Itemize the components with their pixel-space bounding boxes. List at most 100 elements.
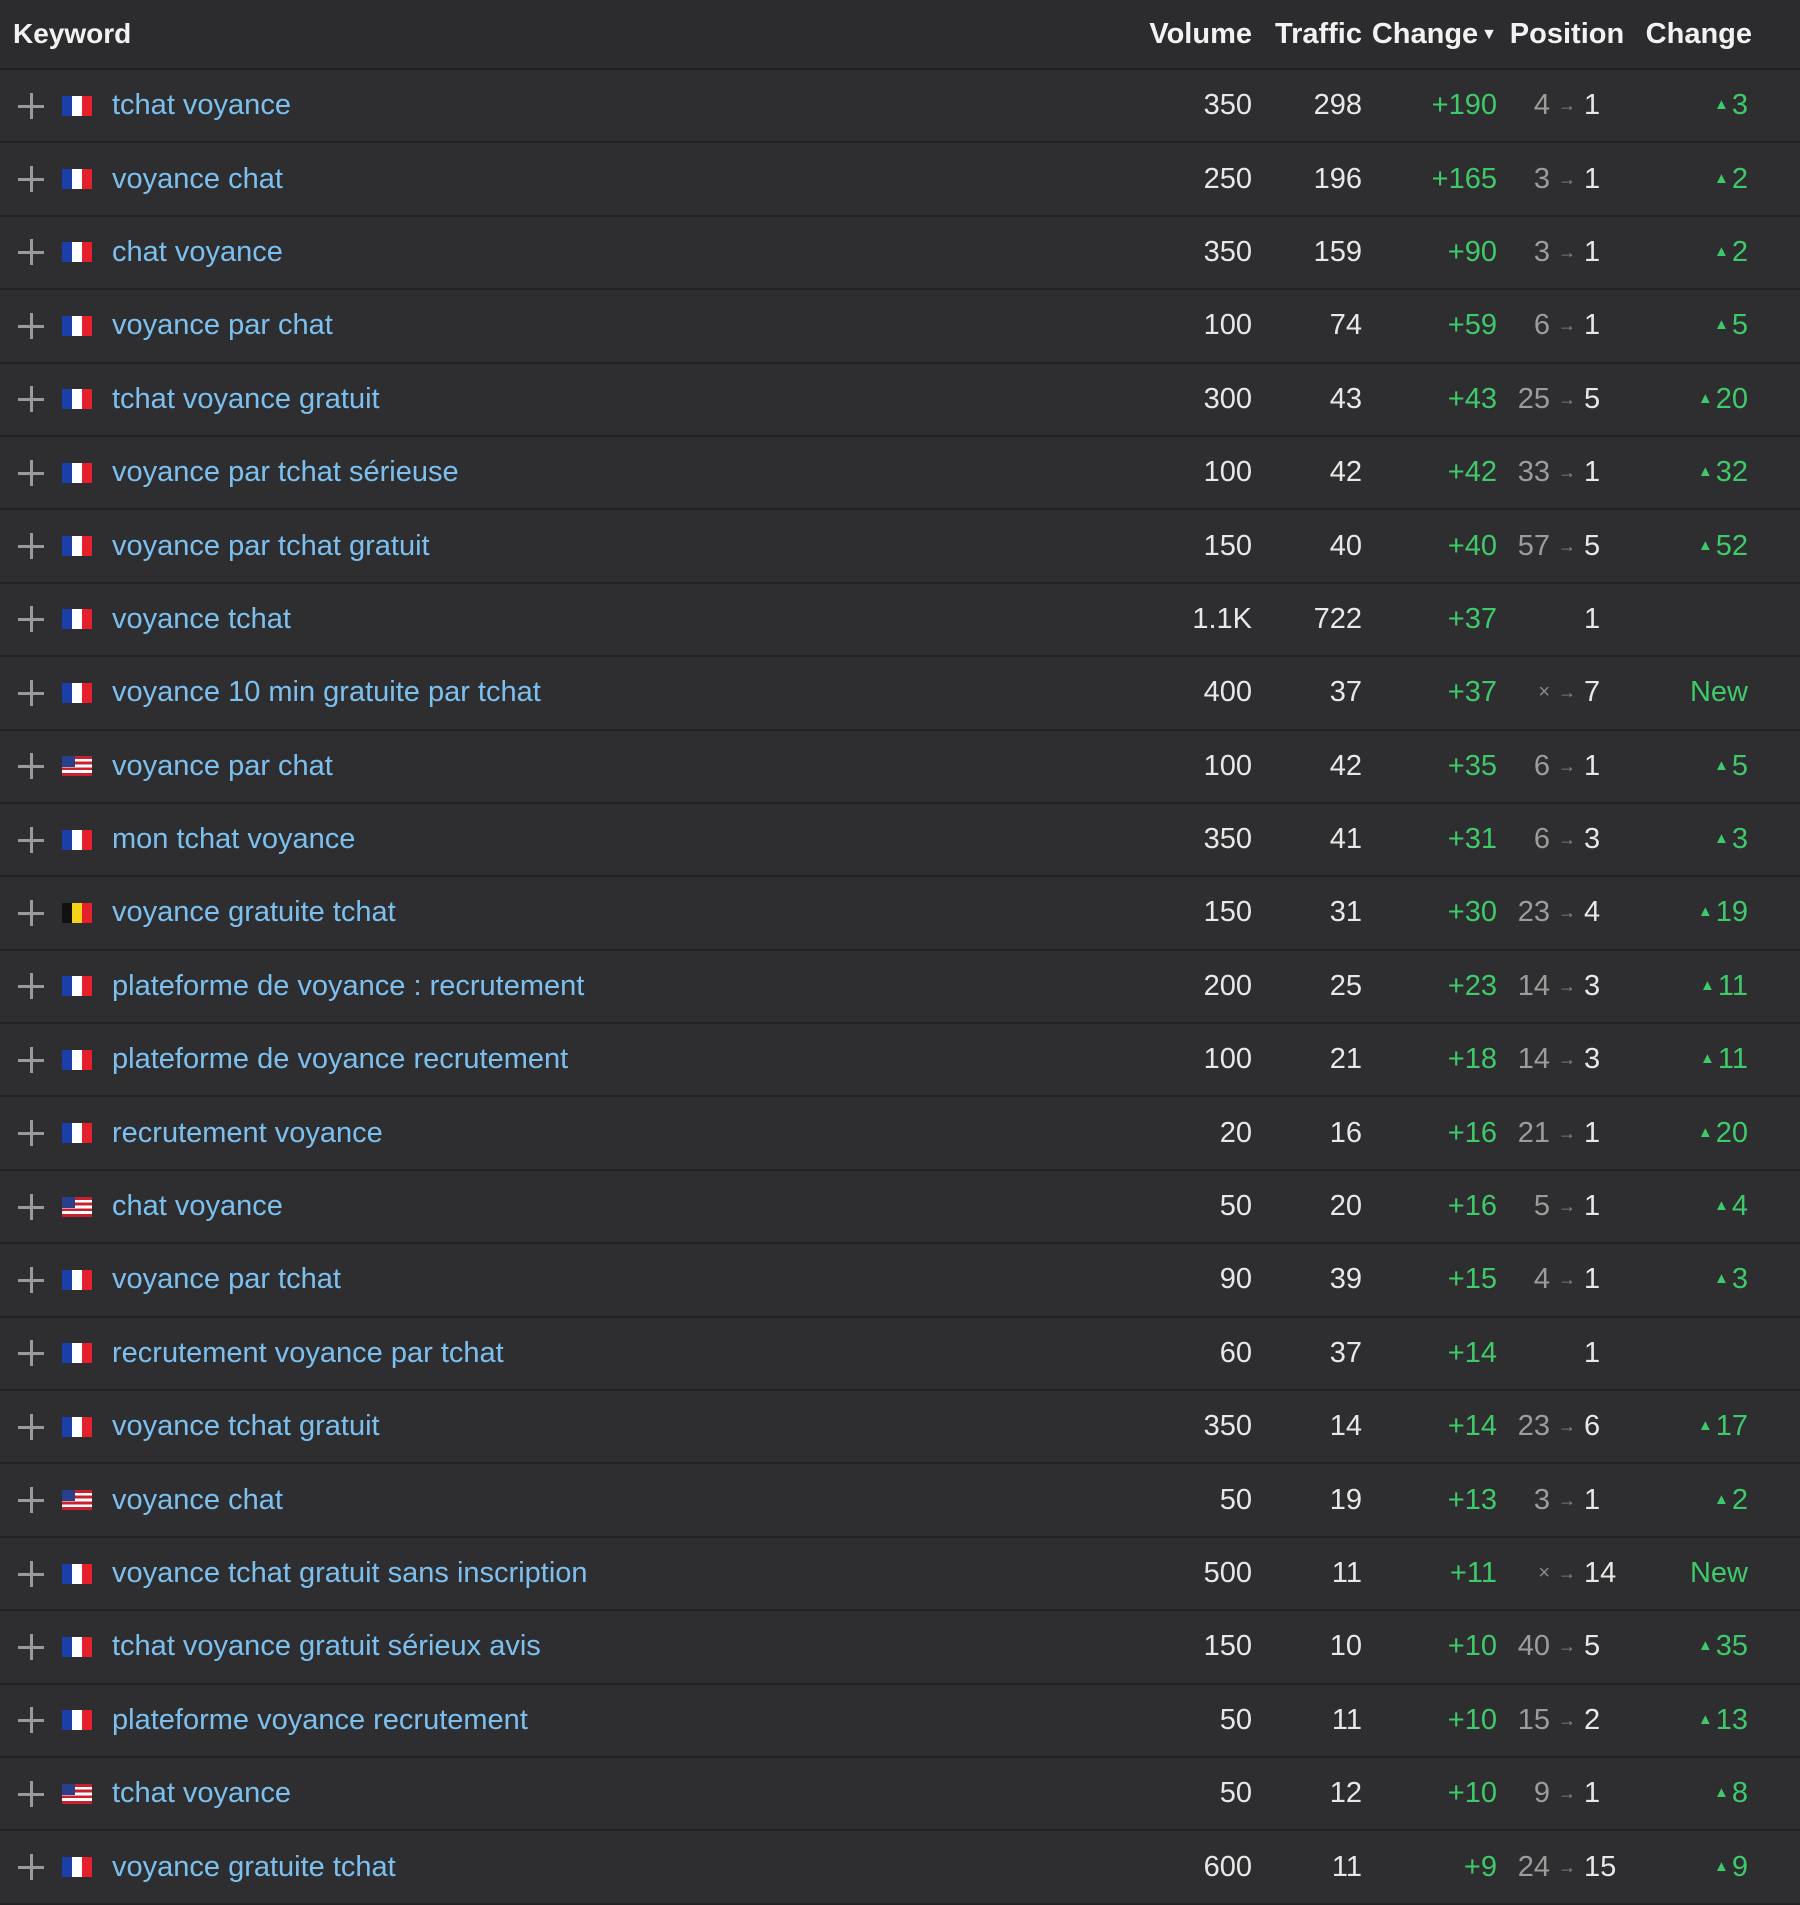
keyword-link[interactable]: voyance gratuite tchat (112, 1851, 1142, 1884)
add-keyword-button[interactable] (0, 1707, 62, 1734)
add-keyword-button[interactable] (0, 1193, 62, 1220)
arrow-right-icon: → (1558, 1122, 1576, 1143)
add-keyword-button[interactable] (0, 1560, 62, 1587)
add-keyword-button[interactable] (0, 92, 62, 119)
add-keyword-button[interactable] (0, 826, 62, 853)
plus-icon (18, 1707, 44, 1734)
traffic-change-value: +14 (1447, 1336, 1497, 1369)
france-flag-icon (62, 1416, 92, 1437)
table-row: plateforme de voyance recrutement 100 21 +1… (0, 1024, 1800, 1098)
column-header-position-change[interactable]: Change (1637, 18, 1785, 51)
add-keyword-button[interactable] (0, 239, 62, 266)
position-change-text: 11 (1717, 1043, 1748, 1076)
column-header-change[interactable]: Change ▼ (1362, 18, 1497, 51)
position-change-text: 3 (1731, 823, 1748, 856)
position-change-value: ▲ 4 (1637, 1190, 1785, 1223)
keyword-link[interactable]: tchat voyance (112, 1777, 1142, 1810)
sort-caret-down-icon: ▼ (1481, 25, 1497, 43)
keyword-link[interactable]: mon tchat voyance (112, 823, 1142, 856)
column-header-change-label: Change (1371, 17, 1479, 50)
add-keyword-button[interactable] (0, 1266, 62, 1293)
position-change-value: ▲ 2 (1637, 163, 1785, 196)
keyword-link[interactable]: chat voyance (112, 236, 1142, 269)
traffic-change-value: +59 (1447, 309, 1497, 342)
position-change-value: ▲ 3 (1637, 89, 1785, 122)
add-keyword-button[interactable] (0, 386, 62, 413)
position-from: 21 (1517, 1116, 1550, 1149)
keyword-link[interactable]: plateforme voyance recrutement (112, 1704, 1142, 1737)
add-keyword-button[interactable] (0, 1120, 62, 1147)
keyword-link[interactable]: recrutement voyance par tchat (112, 1337, 1142, 1370)
position-from: 4 (1533, 89, 1550, 122)
add-keyword-button[interactable] (0, 166, 62, 193)
triangle-up-icon: ▲ (1714, 830, 1729, 848)
france-flag-icon (62, 829, 92, 850)
keyword-link[interactable]: tchat voyance (112, 89, 1142, 122)
keyword-link[interactable]: plateforme de voyance : recrutement (112, 970, 1142, 1003)
table-row: voyance par chat 100 74 +59 6 → 1 ▲ 5 (0, 290, 1800, 364)
add-keyword-button[interactable] (0, 973, 62, 1000)
traffic-value: 39 (1329, 1263, 1362, 1296)
keyword-link[interactable]: recrutement voyance (112, 1117, 1142, 1150)
triangle-up-icon: ▲ (1714, 242, 1729, 260)
country-flag-cell (62, 829, 112, 850)
keyword-link[interactable]: voyance 10 min gratuite par tchat (112, 676, 1142, 709)
add-keyword-button[interactable] (0, 899, 62, 926)
keyword-link[interactable]: voyance par tchat (112, 1263, 1142, 1296)
france-flag-icon (62, 1343, 92, 1364)
column-header-volume[interactable]: Volume (1142, 18, 1252, 51)
france-flag-icon (62, 462, 92, 483)
add-keyword-button[interactable] (0, 1413, 62, 1440)
keyword-link[interactable]: tchat voyance gratuit sérieux avis (112, 1630, 1142, 1663)
traffic-change-value: +43 (1447, 382, 1497, 415)
keyword-link[interactable]: voyance par tchat gratuit (112, 530, 1142, 563)
add-keyword-button[interactable] (0, 1780, 62, 1807)
plus-icon (18, 679, 44, 706)
add-keyword-button[interactable] (0, 312, 62, 339)
column-header-position[interactable]: Position (1497, 18, 1637, 51)
add-keyword-button[interactable] (0, 533, 62, 560)
add-keyword-button[interactable] (0, 459, 62, 486)
keyword-link[interactable]: voyance tchat gratuit (112, 1410, 1142, 1443)
traffic-value: 298 (1313, 89, 1362, 122)
keyword-link[interactable]: plateforme de voyance recrutement (112, 1043, 1142, 1076)
traffic-value: 10 (1329, 1630, 1362, 1663)
keyword-link[interactable]: voyance tchat (112, 603, 1142, 636)
france-flag-icon (62, 609, 92, 630)
keyword-link[interactable]: voyance chat (112, 1484, 1142, 1517)
triangle-up-icon: ▲ (1697, 463, 1713, 481)
keyword-link[interactable]: voyance tchat gratuit sans inscription (112, 1557, 1142, 1590)
plus-icon (18, 533, 44, 560)
add-keyword-button[interactable] (0, 1633, 62, 1660)
traffic-change-value: +31 (1447, 823, 1497, 856)
position-from: 6 (1533, 823, 1550, 856)
volume-value: 300 (1203, 382, 1252, 415)
plus-icon (18, 1193, 44, 1220)
position-cell: 6 → 3 (1497, 823, 1637, 856)
column-header-traffic[interactable]: Traffic (1252, 18, 1362, 51)
keyword-link[interactable]: voyance par tchat sérieuse (112, 456, 1142, 489)
keyword-link[interactable]: chat voyance (112, 1190, 1142, 1223)
keyword-link[interactable]: voyance gratuite tchat (112, 896, 1142, 929)
volume-value: 50 (1219, 1703, 1252, 1736)
traffic-change-value: +37 (1447, 676, 1497, 709)
volume-value: 350 (1203, 823, 1252, 856)
traffic-change-value: +14 (1447, 1410, 1497, 1443)
keyword-link[interactable]: voyance par chat (112, 750, 1142, 783)
triangle-up-icon: ▲ (1714, 1784, 1729, 1802)
add-keyword-button[interactable] (0, 1487, 62, 1514)
arrow-right-icon: → (1558, 902, 1576, 923)
add-keyword-button[interactable] (0, 1340, 62, 1367)
add-keyword-button[interactable] (0, 1046, 62, 1073)
add-keyword-button[interactable] (0, 753, 62, 780)
country-flag-cell (62, 1196, 112, 1217)
traffic-change-value: +190 (1431, 89, 1497, 122)
add-keyword-button[interactable] (0, 1854, 62, 1881)
column-header-keyword[interactable]: Keyword (0, 18, 1142, 50)
keyword-link[interactable]: voyance chat (112, 163, 1142, 196)
keyword-link[interactable]: voyance par chat (112, 309, 1142, 342)
keyword-link[interactable]: tchat voyance gratuit (112, 383, 1142, 416)
add-keyword-button[interactable] (0, 606, 62, 633)
traffic-change-value: +16 (1447, 1116, 1497, 1149)
add-keyword-button[interactable] (0, 679, 62, 706)
